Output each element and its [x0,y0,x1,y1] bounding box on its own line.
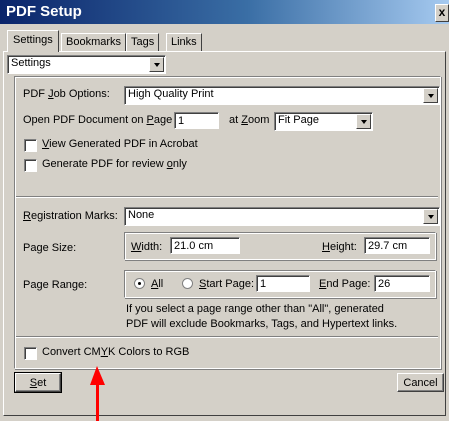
view-acrobat-checkbox[interactable] [24,139,37,152]
separator [16,196,438,198]
start-page-radio[interactable] [182,278,193,289]
convert-cmyk-checkbox[interactable] [24,347,37,360]
chevron-down-icon[interactable] [423,209,438,224]
end-page-input[interactable]: 26 [374,275,430,292]
zoom-dropdown[interactable]: Fit Page [274,112,373,131]
review-only-label: Generate PDF for review only [42,158,187,170]
cancel-button[interactable]: Cancel [397,373,444,392]
settings-preset-dropdown[interactable]: Settings [7,55,166,74]
tab-bookmarks[interactable]: Bookmarks [61,33,127,51]
tab-settings[interactable]: Settings [7,30,59,52]
start-page-input[interactable]: 1 [256,275,310,292]
page-size-label: Page Size: [23,242,77,254]
zoom-value: Fit Page [278,114,319,126]
registration-marks-value: None [128,209,155,221]
start-page-label: Start Page: [199,278,255,290]
job-options-dropdown[interactable]: High Quality Print [124,86,440,105]
chevron-down-icon[interactable] [149,57,164,72]
tab-links[interactable]: Links [166,33,202,51]
title-bar[interactable]: PDF Setup x [0,0,449,24]
open-page-input[interactable]: 1 [174,112,219,129]
tab-tags[interactable]: Tags [126,33,160,51]
view-acrobat-label: View Generated PDF in Acrobat [42,138,198,150]
width-label: Width: [131,241,163,253]
zoom-label: at Zoom [229,114,270,126]
height-label: Height: [322,241,357,253]
pdf-setup-dialog: PDF Setup x Settings Bookmarks Tags Link… [0,0,449,421]
chevron-down-icon[interactable] [423,88,438,103]
chevron-down-icon[interactable] [356,114,371,129]
convert-cmyk-label: Convert CMYK Colors to RGB [42,346,190,358]
width-input[interactable]: 21.0 cm [170,237,240,254]
page-range-label: Page Range: [23,279,88,291]
height-input[interactable]: 29.7 cm [364,237,430,254]
close-button[interactable]: x [435,4,449,22]
page-range-note-line1: If you select a page range other than "A… [126,303,384,315]
job-options-value: High Quality Print [128,88,214,100]
settings-preset-value: Settings [11,57,51,69]
all-pages-radio[interactable] [134,278,145,289]
review-only-checkbox[interactable] [24,159,37,172]
page-range-note-line2: PDF will exclude Bookmarks, Tags, and Hy… [126,318,398,330]
registration-marks-label: Registration Marks: [23,210,118,222]
job-options-label: PDF Job Options: [23,88,110,100]
open-page-label: Open PDF Document on Page [23,114,173,126]
end-page-label: End Page: [319,278,371,290]
registration-marks-dropdown[interactable]: None [124,207,440,226]
window-title: PDF Setup [6,3,82,20]
all-pages-label: All [151,278,164,290]
annotation-arrow-shaft [96,383,99,421]
set-button[interactable]: Set [14,372,62,393]
separator [16,336,438,338]
